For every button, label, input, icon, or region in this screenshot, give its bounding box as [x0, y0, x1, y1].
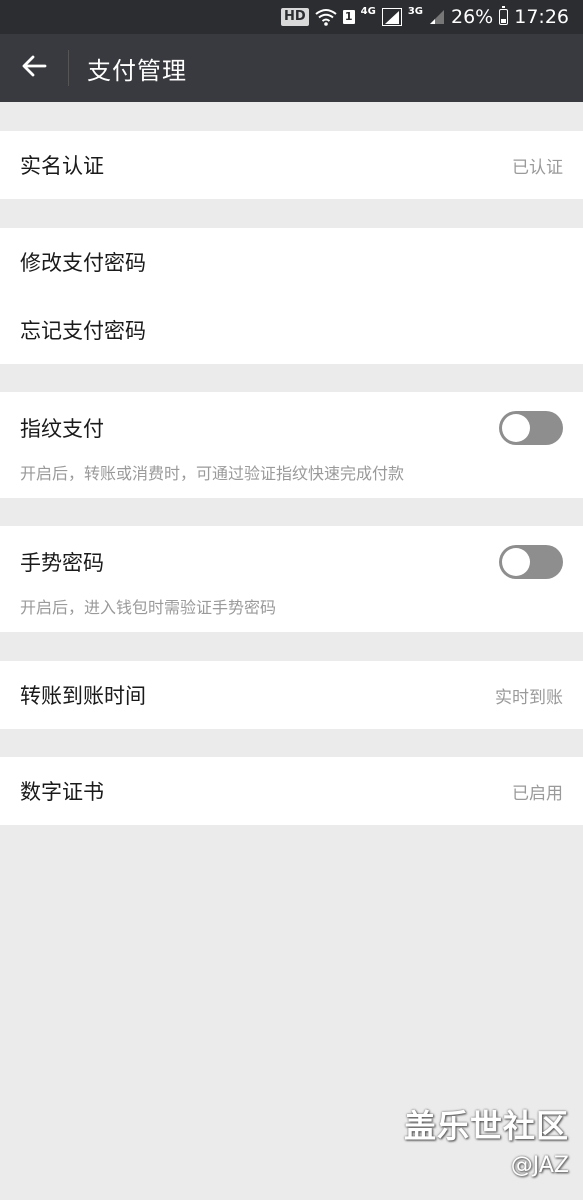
- realname-row[interactable]: 实名认证 已认证: [0, 131, 583, 199]
- gesture-toggle[interactable]: [499, 545, 563, 579]
- realname-status: 已认证: [512, 157, 563, 178]
- hd-badge: HD: [280, 8, 309, 26]
- transfer-time-value: 实时到账: [495, 687, 563, 708]
- realname-group: 实名认证 已认证: [0, 131, 583, 199]
- transfer-time-row[interactable]: 转账到账时间 实时到账: [0, 661, 583, 729]
- wifi-icon: [315, 8, 337, 26]
- certificate-row[interactable]: 数字证书 已启用: [0, 757, 583, 825]
- fingerprint-toggle[interactable]: [499, 411, 563, 445]
- battery-percent: 26%: [451, 6, 494, 28]
- realname-label: 实名认证: [20, 154, 104, 178]
- title-divider: [68, 50, 69, 86]
- change-password-row[interactable]: 修改支付密码: [0, 228, 583, 296]
- fingerprint-description: 开启后，转账或消费时，可通过验证指纹快速完成付款: [20, 464, 405, 483]
- signal-icon: [381, 8, 402, 26]
- network-type-2: 3G: [407, 5, 423, 17]
- fingerprint-label: 指纹支付: [20, 417, 104, 441]
- password-group: 修改支付密码 忘记支付密码: [0, 228, 583, 364]
- forgot-password-row[interactable]: 忘记支付密码: [0, 296, 583, 364]
- arrow-left-icon: [21, 53, 47, 83]
- change-password-label: 修改支付密码: [20, 251, 146, 275]
- gesture-description: 开启后，进入钱包时需验证手势密码: [20, 598, 277, 617]
- watermark-user: @JAZ: [510, 1153, 569, 1178]
- gesture-group: 手势密码 开启后，进入钱包时需验证手势密码: [0, 526, 583, 632]
- page-title: 支付管理: [87, 56, 187, 85]
- sim-badge: 1: [342, 10, 355, 24]
- back-button[interactable]: [0, 34, 68, 102]
- certificate-status: 已启用: [512, 783, 563, 804]
- transfer-group: 转账到账时间 实时到账: [0, 661, 583, 729]
- signal-weak-icon: [429, 9, 445, 25]
- clock: 17:26: [514, 6, 569, 28]
- title-bar: 支付管理: [0, 34, 583, 102]
- watermark-brand: 盖乐世社区: [403, 1107, 569, 1145]
- certificate-label: 数字证书: [20, 780, 104, 804]
- forgot-password-label: 忘记支付密码: [20, 319, 146, 343]
- status-bar: HD 1 4G 3G 26% 17:26: [0, 0, 583, 34]
- gesture-label: 手势密码: [20, 551, 104, 575]
- network-type-1: 4G: [360, 5, 376, 17]
- watermark: 盖乐世社区 @JAZ: [404, 1101, 569, 1178]
- fingerprint-group: 指纹支付 开启后，转账或消费时，可通过验证指纹快速完成付款: [0, 392, 583, 498]
- battery-icon: [499, 6, 509, 25]
- transfer-time-label: 转账到账时间: [20, 684, 146, 708]
- certificate-group: 数字证书 已启用: [0, 757, 583, 825]
